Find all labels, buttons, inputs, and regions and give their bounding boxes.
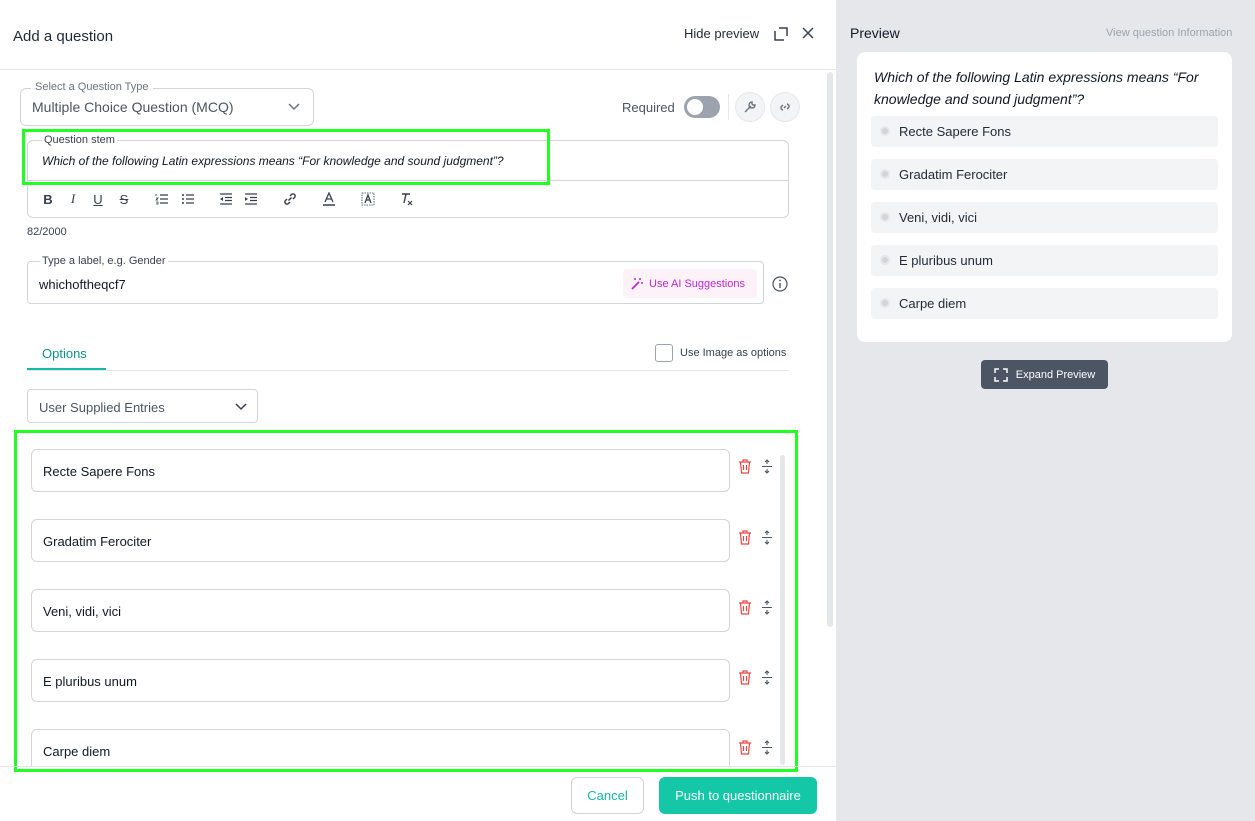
chevron-down-icon bbox=[235, 403, 247, 411]
option-input[interactable]: Carpe diem bbox=[31, 729, 730, 767]
expand-preview-button[interactable]: Expand Preview bbox=[981, 360, 1108, 389]
reorder-icon[interactable] bbox=[761, 530, 773, 545]
tab-options[interactable]: Options bbox=[42, 346, 87, 361]
option-text: Veni, vidi, vici bbox=[43, 604, 122, 619]
push-to-questionnaire-button[interactable]: Push to questionnaire bbox=[659, 777, 817, 814]
reorder-icon[interactable] bbox=[761, 600, 773, 615]
preview-option[interactable]: E pluribus unum bbox=[871, 245, 1218, 276]
preview-option-label: Veni, vidi, vici bbox=[899, 210, 978, 225]
strikethrough-icon[interactable]: S bbox=[115, 191, 133, 207]
radio-icon[interactable] bbox=[880, 169, 890, 179]
cancel-button[interactable]: Cancel bbox=[571, 777, 644, 814]
clear-format-icon[interactable] bbox=[398, 191, 416, 207]
trash-icon[interactable] bbox=[738, 600, 752, 615]
expand-window-icon[interactable] bbox=[773, 26, 789, 42]
entries-type-value: User Supplied Entries bbox=[39, 400, 165, 415]
divider bbox=[728, 94, 729, 120]
question-stem-legend: Question stem bbox=[42, 134, 117, 146]
option-input[interactable]: Recte Sapere Fons bbox=[31, 449, 730, 492]
view-question-info-link[interactable]: View question Information bbox=[1106, 27, 1232, 39]
underline-icon[interactable]: U bbox=[89, 191, 107, 207]
trash-icon[interactable] bbox=[738, 459, 752, 474]
page-title: Add a question bbox=[13, 28, 114, 45]
info-icon[interactable] bbox=[772, 276, 788, 292]
reorder-icon[interactable] bbox=[761, 459, 773, 474]
editor-scrollbar[interactable] bbox=[827, 72, 833, 627]
options-scrollbar[interactable] bbox=[780, 455, 785, 765]
option-input[interactable]: E pluribus unum bbox=[31, 659, 730, 702]
radio-icon[interactable] bbox=[880, 212, 890, 222]
preview-option-label: E pluribus unum bbox=[899, 253, 993, 268]
outdent-icon[interactable] bbox=[217, 191, 235, 207]
preview-panel: Preview View question Information Which … bbox=[836, 0, 1255, 821]
question-type-select[interactable]: Select a Question Type Multiple Choice Q… bbox=[20, 81, 314, 126]
question-type-value: Multiple Choice Question (MCQ) bbox=[32, 99, 234, 115]
wrench-icon bbox=[744, 101, 756, 113]
preview-card: Which of the following Latin expressions… bbox=[857, 52, 1232, 342]
character-count: 82/2000 bbox=[27, 226, 67, 238]
link-icon bbox=[780, 103, 790, 111]
preview-option-label: Recte Sapere Fons bbox=[899, 124, 1012, 139]
editor-panel: Add a question Hide preview Select a Que… bbox=[0, 0, 836, 821]
ai-suggestions-button[interactable]: Use AI Suggestions bbox=[623, 269, 757, 298]
required-toggle[interactable] bbox=[684, 96, 720, 118]
reorder-icon[interactable] bbox=[761, 740, 773, 755]
option-text: Recte Sapere Fons bbox=[43, 464, 156, 479]
background-color-icon[interactable] bbox=[359, 191, 377, 207]
option-text: Gradatim Ferociter bbox=[43, 534, 152, 549]
link-button[interactable] bbox=[770, 92, 800, 122]
radio-icon[interactable] bbox=[880, 126, 890, 136]
use-image-checkbox[interactable] bbox=[655, 344, 673, 362]
radio-icon[interactable] bbox=[880, 255, 890, 265]
trash-icon[interactable] bbox=[738, 530, 752, 545]
entries-type-select[interactable]: User Supplied Entries bbox=[27, 389, 258, 423]
preview-option[interactable]: Gradatim Ferociter bbox=[871, 159, 1218, 190]
italic-icon[interactable]: I bbox=[64, 191, 82, 207]
trash-icon[interactable] bbox=[738, 740, 752, 755]
option-input[interactable]: Veni, vidi, vici bbox=[31, 589, 730, 632]
expand-preview-label: Expand Preview bbox=[1015, 368, 1096, 381]
text-color-icon[interactable] bbox=[320, 191, 338, 207]
bullet-list-icon[interactable] bbox=[179, 191, 197, 207]
bold-icon[interactable]: B bbox=[39, 191, 57, 207]
radio-icon[interactable] bbox=[880, 298, 890, 308]
close-icon[interactable] bbox=[800, 25, 816, 41]
indent-icon[interactable] bbox=[242, 191, 260, 207]
use-image-label: Use Image as options bbox=[680, 347, 787, 359]
reorder-icon[interactable] bbox=[761, 670, 773, 685]
preview-title: Preview bbox=[850, 25, 900, 41]
chevron-down-icon bbox=[288, 103, 300, 111]
preview-option-label: Gradatim Ferociter bbox=[899, 167, 1008, 182]
hide-preview-button[interactable]: Hide preview bbox=[684, 26, 759, 41]
toolbar-divider bbox=[27, 180, 789, 181]
trash-icon[interactable] bbox=[738, 670, 752, 685]
editor-header: Add a question Hide preview bbox=[0, 0, 836, 70]
magic-wand-icon bbox=[631, 277, 643, 290]
settings-button[interactable] bbox=[735, 92, 765, 122]
option-text: Carpe diem bbox=[43, 744, 111, 759]
preview-option[interactable]: Carpe diem bbox=[871, 288, 1218, 319]
option-text: E pluribus unum bbox=[43, 674, 137, 689]
preview-option[interactable]: Veni, vidi, vici bbox=[871, 202, 1218, 233]
label-legend: Type a label, e.g. Gender bbox=[40, 255, 168, 267]
preview-option-label: Carpe diem bbox=[899, 296, 967, 311]
fullscreen-icon bbox=[994, 367, 1008, 382]
ordered-list-icon[interactable] bbox=[153, 191, 171, 207]
link-icon[interactable] bbox=[281, 191, 299, 207]
label-value[interactable]: whichoftheqcf7 bbox=[39, 277, 126, 292]
required-label: Required bbox=[622, 100, 675, 115]
preview-question: Which of the following Latin expressions… bbox=[874, 69, 1199, 107]
question-type-legend: Select a Question Type bbox=[31, 81, 153, 93]
footer-divider bbox=[0, 766, 836, 767]
preview-option[interactable]: Recte Sapere Fons bbox=[871, 116, 1218, 147]
ai-suggestions-label: Use AI Suggestions bbox=[649, 277, 746, 290]
question-stem-text[interactable]: Which of the following Latin expressions… bbox=[42, 154, 504, 168]
option-input[interactable]: Gradatim Ferociter bbox=[31, 519, 730, 562]
tabs-divider bbox=[27, 370, 789, 371]
